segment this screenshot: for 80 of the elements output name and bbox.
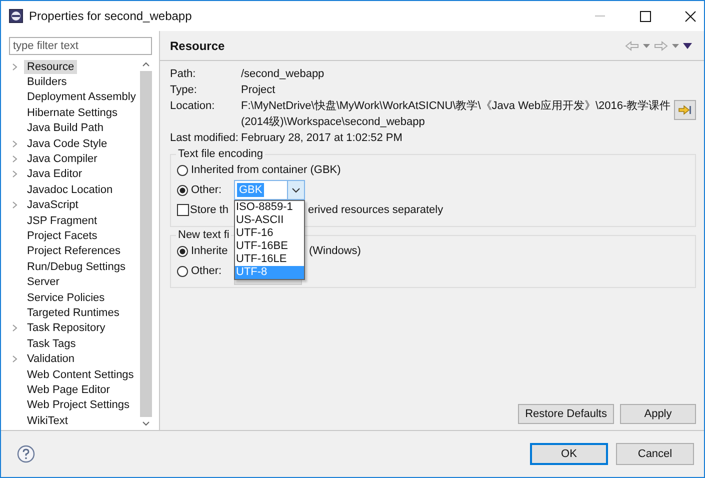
restore-defaults-button[interactable]: Restore Defaults [518, 404, 614, 424]
tree-item[interactable]: Validation [24, 352, 78, 366]
scroll-down-icon[interactable] [142, 421, 150, 427]
radio-button[interactable] [177, 246, 188, 256]
tree-item[interactable]: Java Editor [24, 167, 86, 182]
option-label: Inherited from container (GBK) [191, 164, 341, 176]
tree-item[interactable]: Hibernate Settings [24, 106, 120, 120]
chevron-icon[interactable] [12, 324, 18, 332]
option-label: Inherite [191, 245, 228, 257]
scroll-up-icon[interactable] [142, 61, 150, 67]
tree-item[interactable]: Deployment Assembly [24, 90, 139, 104]
tree-item[interactable]: Resource [24, 60, 78, 74]
chevron-icon[interactable] [12, 355, 18, 364]
option-label: Other: [191, 265, 223, 277]
tree-item[interactable]: Server [24, 275, 62, 290]
tree-item[interactable]: Run/Debug Settings [24, 260, 128, 274]
dropdown-option[interactable]: UTF-16 [235, 227, 304, 240]
tree-item[interactable]: Javadoc Location [24, 182, 116, 197]
dropdown-option[interactable]: UTF-16LE [235, 253, 304, 266]
show-in-explorer-button[interactable] [674, 100, 696, 120]
tree-item[interactable]: Task Repository [24, 321, 108, 336]
radio-button[interactable] [177, 266, 188, 276]
chevron-icon[interactable] [12, 201, 18, 210]
ok-button[interactable]: OK [530, 443, 608, 465]
tree-item[interactable]: Task Tags [24, 336, 79, 351]
caret-icon[interactable] [643, 44, 650, 48]
dropdown-option[interactable]: US-ASCII [235, 214, 304, 227]
option-label: erived resources separately [308, 204, 444, 216]
tree-item[interactable]: Java Compiler [24, 152, 100, 166]
property-value: February 28, 2017 at 1:02:52 PM [241, 131, 402, 146]
property-value: (2014级)\Workspace\second_webapp [241, 115, 426, 130]
radio-button[interactable] [177, 184, 188, 196]
property-label: Path: [170, 67, 197, 82]
tree-item[interactable]: Java Build Path [24, 121, 106, 136]
property-value: F:\MyNetDrive\快盘\MyWork\WorkAtSICNU\教学\《Java Web应用开发》\2016-教学课件 [241, 98, 671, 114]
help-icon[interactable] [17, 445, 35, 463]
tree-item[interactable]: Targeted Runtimes [24, 306, 122, 320]
back-arrow-icon[interactable] [625, 40, 639, 50]
checkbox[interactable] [177, 204, 189, 216]
property-label: Last modified: [170, 131, 240, 146]
dropdown-option[interactable]: UTF-16BE [235, 240, 304, 253]
caret-icon[interactable] [672, 44, 679, 48]
property-label: Location: [170, 99, 216, 114]
chevron-icon[interactable] [12, 140, 18, 148]
option-label: Other: [191, 184, 223, 196]
radio-button[interactable] [177, 164, 188, 176]
option-label: (Windows) [309, 245, 361, 257]
tree-item[interactable]: Builders [24, 75, 70, 90]
property-value: /second_webapp [241, 67, 324, 82]
tree-item[interactable]: Project Facets [24, 228, 100, 243]
group-title: Text file encoding [177, 148, 264, 160]
tree-item[interactable]: Web Page Editor [24, 382, 113, 397]
chevron-icon[interactable] [12, 170, 18, 178]
dropdown-option[interactable]: ISO-8859-1 [235, 201, 304, 214]
chevron-icon[interactable] [12, 155, 18, 164]
tree-item[interactable]: Service Policies [24, 290, 108, 305]
option-label: Store th [190, 204, 229, 216]
close-icon[interactable] [685, 10, 696, 22]
property-label: Type: [170, 83, 198, 98]
menu-icon[interactable] [683, 42, 692, 48]
chevron-icon[interactable] [12, 62, 18, 71]
group-title: New text fi [177, 229, 230, 241]
window-title: Properties for second_webapp [29, 9, 192, 23]
page-title: Resource [170, 38, 225, 52]
tree-item[interactable]: Java Code Style [24, 136, 110, 151]
forward-arrow-icon[interactable] [654, 40, 668, 50]
apply-button[interactable]: Apply [620, 404, 696, 424]
tree-item[interactable]: Web Project Settings [24, 398, 133, 412]
cancel-button[interactable]: Cancel [616, 443, 694, 465]
caret-icon [292, 188, 300, 192]
tree-item[interactable]: Web Content Settings [24, 368, 137, 382]
maximize-icon[interactable] [640, 10, 651, 22]
app-icon [9, 9, 23, 23]
filter-field[interactable]: type filter text [9, 37, 152, 55]
tree-item[interactable]: WikiText [24, 414, 71, 428]
tree-item[interactable]: JSP Fragment [24, 214, 100, 228]
tree-item[interactable]: Project References [24, 244, 124, 258]
arrow-icon [678, 105, 692, 115]
tree-item[interactable]: JavaScript [24, 198, 82, 212]
property-value: Project [241, 83, 276, 98]
